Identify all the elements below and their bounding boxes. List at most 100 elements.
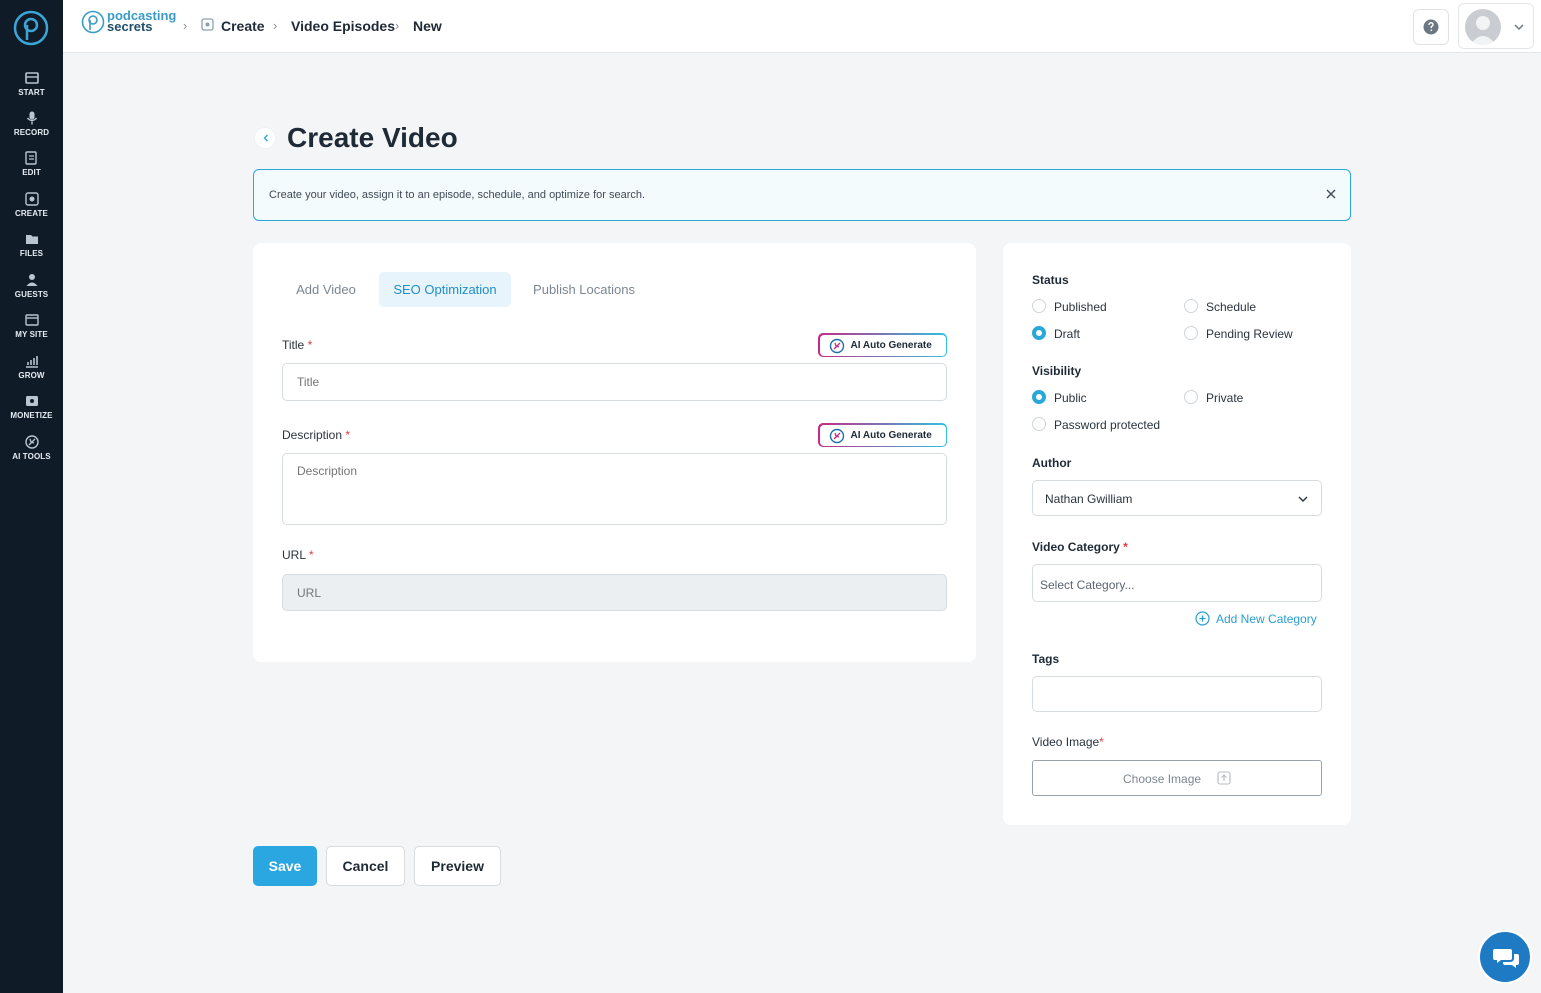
- top-bar: podcasting secrets › Create › Video Epis…: [63, 0, 1541, 53]
- breadcrumb-separator-icon: ›: [183, 18, 188, 33]
- sidebar-item-label: START: [18, 88, 45, 97]
- help-button[interactable]: [1413, 9, 1449, 45]
- chat-widget-button[interactable]: [1478, 930, 1532, 984]
- help-icon: [1423, 19, 1439, 35]
- microphone-icon: [26, 111, 37, 125]
- author-label: Author: [1032, 456, 1072, 470]
- sidebar-item-edit[interactable]: EDIT: [0, 150, 63, 188]
- category-label: Video Category *: [1032, 540, 1128, 554]
- start-icon: [24, 72, 39, 84]
- choose-image-label: Choose Image: [1123, 772, 1202, 786]
- ai-tools-icon: [24, 435, 39, 449]
- sidebar-item-guests[interactable]: GUESTS: [0, 272, 63, 310]
- title-label-text: Title: [282, 338, 305, 352]
- required-mark: *: [308, 548, 314, 562]
- tab-add-video[interactable]: Add Video: [283, 272, 369, 307]
- chat-icon: [1493, 949, 1519, 968]
- tab-seo-optimization[interactable]: SEO Optimization: [379, 272, 511, 307]
- sidebar-item-record[interactable]: RECORD: [0, 110, 63, 148]
- description-label-text: Description: [282, 428, 343, 442]
- close-icon[interactable]: [1320, 183, 1342, 205]
- ai-auto-generate-label: AI Auto Generate: [850, 339, 932, 351]
- ai-sparkle-icon: [829, 428, 844, 443]
- description-textarea[interactable]: [282, 453, 947, 525]
- tags-label: Tags: [1032, 652, 1060, 666]
- required-mark: *: [345, 428, 351, 442]
- visibility-public-label: Public: [1054, 391, 1087, 405]
- visibility-password-radio[interactable]: [1032, 417, 1046, 431]
- video-image-label: Video Image*: [1032, 735, 1104, 749]
- status-draft-radio[interactable]: [1032, 326, 1046, 340]
- author-select[interactable]: Nathan Gwilliam: [1032, 480, 1322, 516]
- url-input[interactable]: [282, 574, 947, 611]
- ai-auto-generate-title-button[interactable]: AI Auto Generate: [818, 333, 947, 357]
- required-mark: *: [307, 338, 313, 352]
- visibility-label: Visibility: [1032, 364, 1082, 378]
- edit-icon: [24, 151, 37, 165]
- seo-form-card: Add Video SEO Optimization Publish Locat…: [253, 243, 976, 662]
- monetize-icon: [25, 396, 38, 406]
- status-schedule-radio[interactable]: [1184, 299, 1198, 313]
- sidebar-item-start[interactable]: START: [0, 70, 63, 108]
- breadcrumb-new: New: [413, 18, 442, 34]
- breadcrumb-separator-icon: ›: [395, 18, 400, 33]
- app-logo-icon[interactable]: [13, 10, 49, 46]
- chevron-down-icon: [1514, 24, 1524, 31]
- sidebar-item-label: FILES: [19, 249, 44, 258]
- sidebar-item-label: AI TOOLS: [12, 452, 51, 461]
- sidebar-item-ai-tools[interactable]: AI TOOLS: [0, 434, 63, 472]
- title-input[interactable]: [282, 363, 947, 401]
- info-banner-text: Create your video, assign it to an episo…: [269, 189, 646, 201]
- brand-logo[interactable]: podcasting secrets: [81, 9, 177, 40]
- visibility-public-radio[interactable]: [1032, 390, 1046, 404]
- breadcrumb-create[interactable]: Create: [221, 18, 265, 34]
- sidebar-item-files[interactable]: FILES: [0, 231, 63, 269]
- url-label-text: URL: [282, 548, 306, 562]
- sidebar-item-my-site[interactable]: MY SITE: [0, 312, 63, 350]
- create-icon: [24, 192, 39, 206]
- preview-button[interactable]: Preview: [414, 846, 501, 886]
- breadcrumb-video-episodes[interactable]: Video Episodes: [291, 18, 395, 34]
- sidebar-item-label: RECORD: [13, 128, 50, 137]
- description-label: Description *: [282, 428, 350, 442]
- user-menu-button[interactable]: [1458, 3, 1534, 49]
- visibility-private-radio[interactable]: [1184, 390, 1198, 404]
- brand-mark-icon: [81, 10, 105, 34]
- category-label-text: Video Category: [1032, 540, 1120, 554]
- back-button[interactable]: [254, 127, 276, 149]
- breadcrumb-separator-icon: ›: [273, 18, 278, 33]
- save-button[interactable]: Save: [253, 846, 317, 886]
- files-icon: [25, 235, 38, 244]
- sidebar-item-label: GUESTS: [14, 290, 49, 299]
- ai-auto-generate-label: AI Auto Generate: [850, 429, 932, 441]
- tags-input[interactable]: [1032, 676, 1322, 712]
- required-mark: *: [1099, 735, 1104, 749]
- plus-circle-icon: [1195, 611, 1210, 626]
- user-avatar-icon: [1470, 16, 1496, 45]
- category-select[interactable]: Select Category...: [1032, 564, 1322, 602]
- tab-publish-locations[interactable]: Publish Locations: [521, 272, 647, 307]
- chevron-down-icon: [1298, 496, 1308, 502]
- grow-icon: [25, 356, 38, 368]
- avatar: [1465, 9, 1501, 45]
- ai-auto-generate-description-button[interactable]: AI Auto Generate: [818, 423, 947, 447]
- sidebar-item-grow[interactable]: GROW: [0, 353, 63, 391]
- sidebar-item-label: MY SITE: [15, 330, 48, 339]
- visibility-password-label: Password protected: [1054, 418, 1161, 432]
- status-schedule-label: Schedule: [1206, 300, 1257, 314]
- status-pending-review-radio[interactable]: [1184, 326, 1198, 340]
- sidebar-item-monetize[interactable]: MONETIZE: [0, 393, 63, 431]
- publish-settings-card: Status Published Schedule Draft Pending …: [1003, 243, 1351, 825]
- choose-image-button[interactable]: Choose Image: [1032, 760, 1322, 796]
- ai-sparkle-icon: [829, 338, 844, 353]
- brand-name: podcasting secrets: [107, 9, 176, 33]
- status-published-label: Published: [1054, 300, 1107, 314]
- sidebar-item-create[interactable]: CREATE: [0, 191, 63, 229]
- status-pending-review-label: Pending Review: [1206, 327, 1293, 341]
- url-label: URL *: [282, 548, 314, 562]
- category-placeholder: Select Category...: [1040, 578, 1135, 592]
- status-published-radio[interactable]: [1032, 299, 1046, 313]
- visibility-private-label: Private: [1206, 391, 1244, 405]
- cancel-button[interactable]: Cancel: [326, 846, 405, 886]
- add-new-category-button[interactable]: Add New Category: [1195, 611, 1317, 626]
